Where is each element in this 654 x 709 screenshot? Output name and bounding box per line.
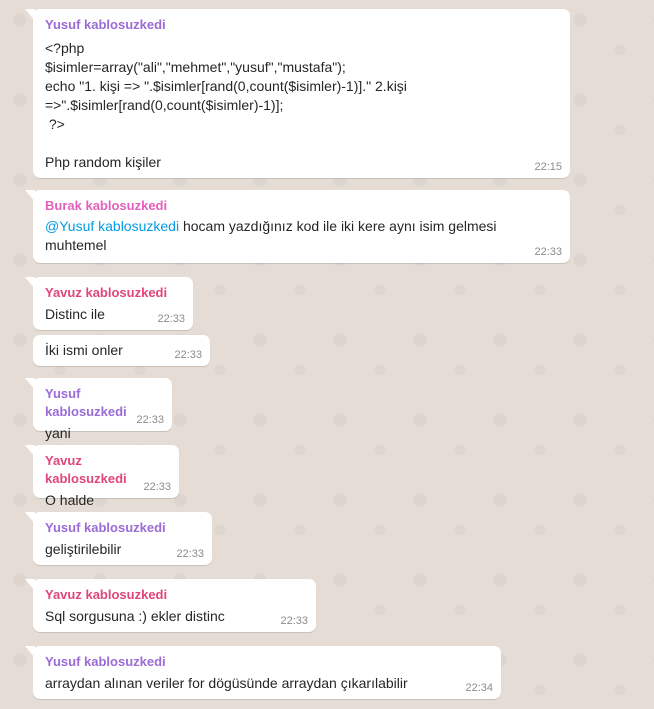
message-sender: Yusuf kablosuzkedi [45, 654, 166, 669]
message-bubble: Burak kablosuzkedi @Yusuf kablosuzkedi h… [25, 190, 570, 263]
message-time: 22:33 [143, 481, 171, 493]
message-bubble: Yusuf kablosuzkedi arraydan alınan veril… [25, 646, 501, 699]
message-sender: Yavuz kablosuzkedi [45, 587, 168, 602]
message-bubble: Yavuz kablosuzkedi Distinc ile 22:33 [25, 277, 193, 330]
message-bubble: İki ismi onler 22:33 [33, 335, 210, 366]
message-text: Sql sorgusuna :) ekler distinc [45, 608, 225, 624]
message-text: arraydan alınan veriler for dögüsünde ar… [45, 675, 408, 691]
message-bubble: Yavuz kablosuzkedi O halde 22:33 [25, 445, 179, 508]
message-sender: Yusuf kablosuzkedi [45, 17, 166, 32]
message-time: 22:33 [176, 548, 204, 560]
message-time: 22:15 [534, 161, 562, 173]
message-time: 22:33 [534, 246, 562, 258]
message-time: 22:33 [157, 313, 185, 325]
message-text: <?php $isimler=array("ali","mehmet","yus… [45, 40, 407, 170]
message-text: yani [45, 425, 71, 441]
message-sender: Burak kablosuzkedi [45, 198, 168, 213]
message-time: 22:33 [174, 349, 202, 361]
mention-link[interactable]: @Yusuf kablosuzkedi [45, 218, 179, 234]
message-text: O halde [45, 492, 95, 508]
message-bubble: Yusuf kablosuzkedi <?php $isimler=array(… [25, 9, 570, 178]
message-time: 22:33 [280, 615, 308, 627]
message-bubble: Yusuf kablosuzkedi yani 22:33 [25, 378, 172, 441]
message-text: @Yusuf kablosuzkedi hocam yazdığınız kod… [45, 217, 558, 255]
chat-message-list[interactable]: Yusuf kablosuzkedi <?php $isimler=array(… [0, 0, 654, 709]
message-bubble: Yusuf kablosuzkedi geliştirilebilir 22:3… [25, 512, 212, 565]
message-sender: Yavuz kablosuzkedi [45, 285, 168, 300]
message-bubble: Yavuz kablosuzkedi Sql sorgusuna :) ekle… [25, 579, 316, 632]
message-time: 22:34 [465, 682, 493, 694]
message-time: 22:33 [136, 414, 164, 426]
message-sender: Yusuf kablosuzkedi [45, 520, 166, 535]
